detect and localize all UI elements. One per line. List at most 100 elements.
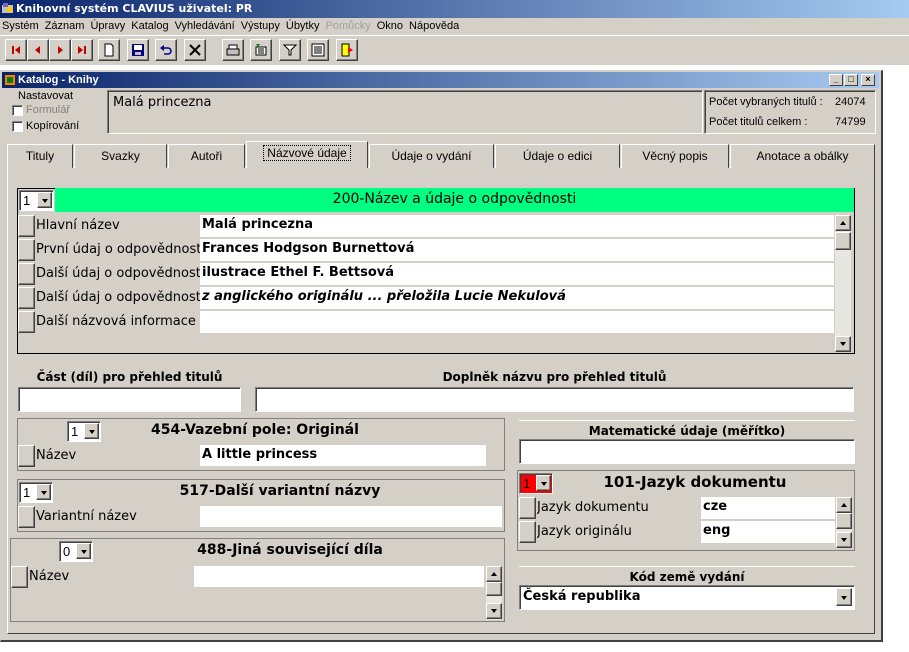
row-select-button[interactable] xyxy=(18,287,35,309)
chevron-down-icon xyxy=(41,491,47,495)
section-488-scrollbar[interactable] xyxy=(486,566,502,620)
arrow-down-icon xyxy=(491,609,497,613)
printer-icon xyxy=(226,44,240,56)
section-488-row-value[interactable] xyxy=(194,566,484,588)
chevron-down-icon xyxy=(89,430,95,434)
section-101-counter-value: 1 xyxy=(523,476,531,491)
detail-button[interactable] xyxy=(307,39,329,61)
new-record-button[interactable] xyxy=(98,39,120,61)
previous-record-button[interactable] xyxy=(27,39,49,61)
kopirovani-checkbox[interactable]: Kopírování xyxy=(12,120,79,132)
row-value[interactable]: eng xyxy=(701,521,835,544)
row-select-button[interactable] xyxy=(519,497,536,519)
row-select-button[interactable] xyxy=(519,521,536,543)
arrow-down-icon xyxy=(840,342,846,346)
row-value[interactable] xyxy=(200,311,834,334)
row-value[interactable]: Malá princezna xyxy=(200,215,834,238)
menu-item-3[interactable]: Katalog xyxy=(129,18,172,35)
scroll-thumb[interactable] xyxy=(835,232,851,250)
menu-item-5[interactable]: Výstupy xyxy=(239,18,284,35)
section-454-row-button[interactable] xyxy=(18,445,35,467)
section-454-counter-value: 1 xyxy=(71,424,79,439)
section-488-counter-dropdown[interactable] xyxy=(76,543,91,559)
country-select[interactable]: Česká republika xyxy=(519,585,855,610)
scroll-down-button[interactable] xyxy=(835,336,851,352)
row-value[interactable]: ilustrace Ethel F. Bettsová xyxy=(200,263,834,286)
section-488-counter[interactable]: 0 xyxy=(59,541,93,562)
delete-button[interactable] xyxy=(184,39,206,61)
total-titles-value: 74799 xyxy=(835,116,866,128)
math-input[interactable] xyxy=(519,439,855,464)
total-titles-label: Počet titulů celkem : xyxy=(709,116,808,128)
print-button[interactable] xyxy=(222,39,244,61)
section-454-counter-dropdown[interactable] xyxy=(84,423,99,439)
section-200-counter-dropdown[interactable] xyxy=(37,192,52,208)
menu-item-0[interactable]: Systém xyxy=(0,18,43,35)
row-select-button[interactable] xyxy=(18,215,35,237)
close-button[interactable]: × xyxy=(861,74,875,86)
section-488-row-button[interactable] xyxy=(11,566,28,588)
row-value[interactable]: Frances Hodgson Burnettová xyxy=(200,239,834,262)
row-value[interactable]: cze xyxy=(701,497,835,520)
menu-item-6[interactable]: Úbytky xyxy=(284,18,324,35)
section-517-row-button[interactable] xyxy=(18,506,35,528)
section-200-counter[interactable]: 1 xyxy=(19,190,54,211)
scroll-down-button[interactable] xyxy=(486,603,502,619)
menu-item-9[interactable]: Nápověda xyxy=(407,18,463,35)
menu-item-2[interactable]: Úpravy xyxy=(88,18,129,35)
tab-4[interactable]: Údaje o vydání xyxy=(369,144,494,168)
part-input[interactable] xyxy=(18,387,241,412)
section-101-counter-dropdown[interactable] xyxy=(536,475,551,491)
tab-3[interactable]: Názvové údaje xyxy=(246,141,368,168)
maximize-icon: □ xyxy=(848,74,854,84)
menu-item-7[interactable]: Pomůcky xyxy=(324,18,375,35)
scroll-up-button[interactable] xyxy=(835,215,851,231)
section-517-counter-dropdown[interactable] xyxy=(36,484,51,500)
section-454-row-value[interactable]: A little princess xyxy=(200,445,486,467)
save-icon xyxy=(132,44,144,56)
scroll-thumb[interactable] xyxy=(486,582,502,596)
exit-button[interactable] xyxy=(336,39,358,61)
country-label: Kód země vydání xyxy=(519,566,855,586)
maximize-button[interactable]: □ xyxy=(844,74,858,86)
filter-button[interactable] xyxy=(279,39,301,61)
section-101-counter[interactable]: 1 xyxy=(519,473,553,494)
section-101-scrollbar[interactable] xyxy=(836,497,852,548)
formular-checkbox[interactable]: Formulář xyxy=(12,104,70,116)
kopirovani-label: Kopírování xyxy=(26,120,80,132)
section-454-counter[interactable]: 1 xyxy=(67,421,101,442)
scroll-down-button[interactable] xyxy=(836,532,852,548)
country-select-value: Česká republika xyxy=(523,589,641,604)
first-record-button[interactable] xyxy=(5,39,27,61)
undo-button[interactable] xyxy=(155,39,177,61)
save-button[interactable] xyxy=(127,39,149,61)
scroll-thumb[interactable] xyxy=(836,513,852,529)
scroll-up-button[interactable] xyxy=(836,497,852,513)
section-517-counter[interactable]: 1 xyxy=(19,482,53,503)
minimize-button[interactable]: _ xyxy=(829,74,843,86)
menu-item-4[interactable]: Vyhledávání xyxy=(173,18,239,35)
next-record-button[interactable] xyxy=(49,39,71,61)
menu-item-8[interactable]: Okno xyxy=(375,18,407,35)
section-517-row-value[interactable] xyxy=(200,506,502,528)
menu-item-1[interactable]: Záznam xyxy=(43,18,89,35)
tab-0[interactable]: Tituly xyxy=(7,144,73,168)
tab-6[interactable]: Věcný popis xyxy=(621,144,729,168)
row-select-button[interactable] xyxy=(18,311,35,333)
country-select-dropdown[interactable] xyxy=(836,588,852,606)
scroll-up-button[interactable] xyxy=(486,566,502,582)
tab-7[interactable]: Anotace a obálky xyxy=(730,144,875,168)
tab-2[interactable]: Autoři xyxy=(168,144,245,168)
exit-door-icon xyxy=(341,43,353,57)
list-button[interactable] xyxy=(250,39,272,61)
tab-5[interactable]: Údaje o edici xyxy=(495,144,620,168)
supplement-input[interactable] xyxy=(255,387,854,412)
row-select-button[interactable] xyxy=(18,263,35,285)
last-record-button[interactable] xyxy=(71,39,93,61)
row-value[interactable]: z anglického originálu ... přeložila Luc… xyxy=(200,287,834,310)
section-200-scrollbar[interactable] xyxy=(835,215,851,352)
tab-1[interactable]: Svazky xyxy=(74,144,167,168)
last-record-icon xyxy=(78,46,86,54)
row-select-button[interactable] xyxy=(18,239,35,261)
arrow-down-icon xyxy=(841,538,847,542)
